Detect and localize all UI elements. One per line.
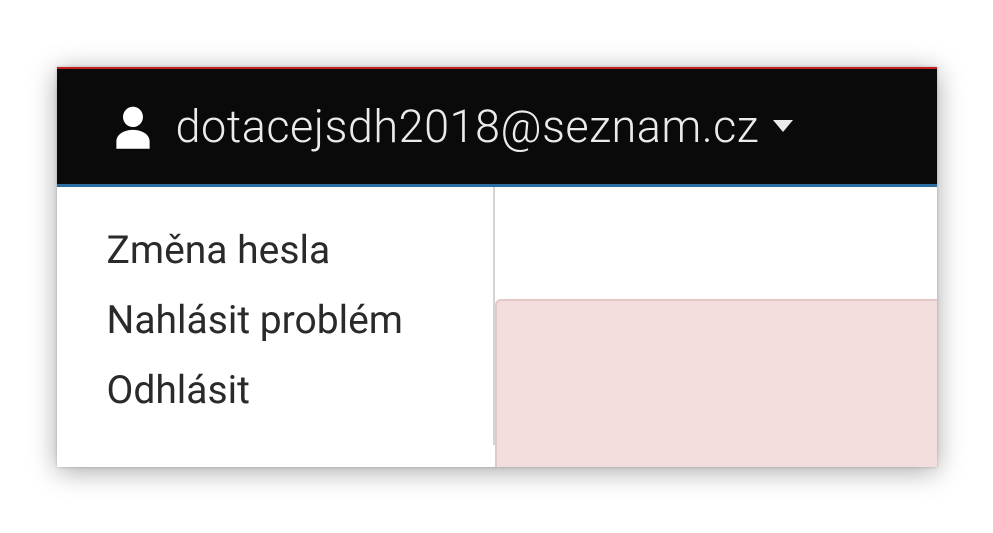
body-area: Změna hesla Nahlásit problém Odhlásit: [57, 187, 937, 467]
app-panel: dotacejsdh2018@seznam.cz Změna hesla Nah…: [57, 67, 937, 467]
caret-down-icon: [773, 120, 793, 132]
content-alert-panel: [495, 299, 937, 467]
menu-item-report-problem[interactable]: Nahlásit problém: [57, 285, 493, 355]
menu-item-logout[interactable]: Odhlásit: [57, 355, 493, 425]
user-icon: [112, 103, 154, 149]
user-header[interactable]: dotacejsdh2018@seznam.cz: [57, 67, 937, 187]
content-area: [495, 187, 937, 467]
content-top-blank: [495, 187, 937, 299]
user-email-label: dotacejsdh2018@seznam.cz: [176, 100, 760, 153]
menu-item-change-password[interactable]: Změna hesla: [57, 215, 493, 285]
user-dropdown-menu: Změna hesla Nahlásit problém Odhlásit: [57, 187, 495, 445]
screenshot-frame: dotacejsdh2018@seznam.cz Změna hesla Nah…: [47, 57, 947, 477]
